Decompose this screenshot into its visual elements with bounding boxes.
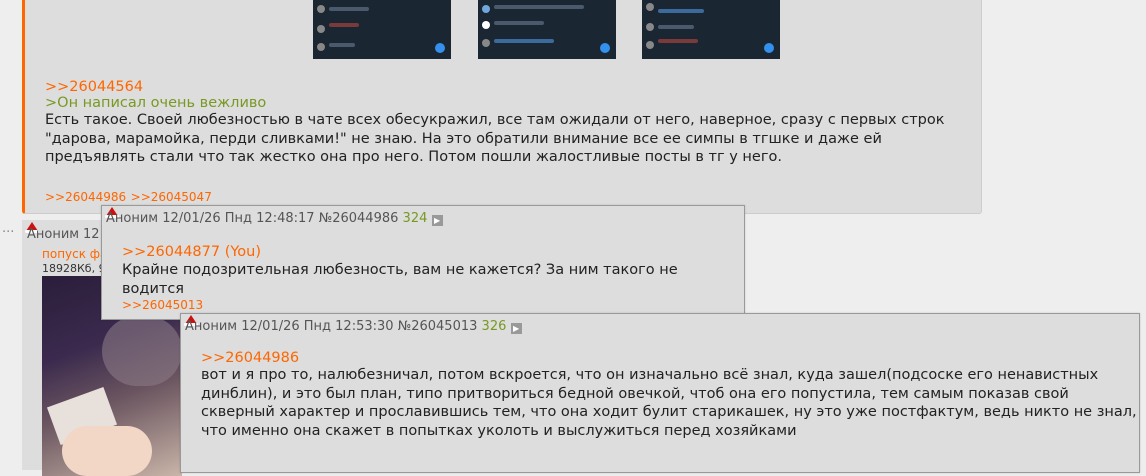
greentext-quote: >Он написал очень вежливо xyxy=(45,95,267,111)
replies-list: >>26044986 >>26045047 xyxy=(45,189,212,205)
reply-reference-link[interactable]: >>26044986 xyxy=(201,350,299,366)
post-preview-popup: Аноним 12/01/26 Пнд 12:53:30 №26045013 3… xyxy=(180,313,1140,473)
post-date: 12/01/26 Пнд 12:53:30 xyxy=(241,319,394,334)
reply-reference-link[interactable]: >>26044877 (You) xyxy=(122,244,261,260)
post-author: Аноним xyxy=(185,319,238,334)
reply-link[interactable]: >>26045047 xyxy=(131,190,212,204)
post-date: 12 xyxy=(83,227,100,242)
file-info: 18928Кб, 9 xyxy=(42,262,106,275)
post-preview-popup: Аноним 12/01/26 Пнд 12:48:17 №26044986 3… xyxy=(101,205,745,320)
thumbnail-2[interactable] xyxy=(478,0,616,59)
post-date: 12/01/26 Пнд 12:48:17 xyxy=(162,211,315,226)
replies-list: >>26045013 xyxy=(122,297,203,313)
play-icon[interactable]: ▶ xyxy=(431,215,443,226)
post-header: Аноним 12/01/26 Пнд 12:53:30 №26045013 3… xyxy=(185,319,522,334)
post-body-line: вот и я про то, налюбезничал, потом вскр… xyxy=(201,367,1099,383)
post-index: 326 xyxy=(481,319,507,334)
post-ellipsis[interactable]: ... xyxy=(2,221,14,236)
post-author: Аноним xyxy=(106,211,159,226)
post-number[interactable]: №26044986 xyxy=(319,211,399,226)
post-index: 324 xyxy=(402,211,428,226)
play-icon[interactable]: ▶ xyxy=(510,323,522,334)
thumbnail-3[interactable] xyxy=(642,0,780,59)
post-body: Крайне подозрительная любезность, вам не… xyxy=(122,262,678,297)
post-header: Аноним 12/01/26 Пнд 12:48:17 №26044986 3… xyxy=(106,211,443,226)
post-body-line: Есть такое. Своей любезностью в чате все… xyxy=(45,112,945,128)
post-body: вот и я про то, налюбезничал, потом вскр… xyxy=(201,366,1137,440)
post-body-line: предъявлять стали что так жестко она про… xyxy=(45,149,782,165)
post-26044986-context: >>26044564 >Он написал очень вежливо Ест… xyxy=(22,0,982,214)
reply-link[interactable]: >>26044986 xyxy=(45,190,126,204)
post-body-line: скверный характер и прославившись тем, ч… xyxy=(201,404,1137,420)
post-body-line: что именно она скажет в попытках уколоть… xyxy=(201,422,797,439)
post-body-line: динблин), и это был план, типо притворит… xyxy=(201,385,1069,402)
post-body-line: "дарова, марамойка, перди сливками!" не … xyxy=(45,130,882,147)
post-author: Аноним xyxy=(27,227,80,242)
post-number[interactable]: №26045013 xyxy=(398,319,478,334)
reply-reference-link[interactable]: >>26044564 xyxy=(45,79,143,95)
file-name-link[interactable]: попуск фа xyxy=(42,247,107,261)
reply-link[interactable]: >>26045013 xyxy=(122,298,203,312)
thumbnail-1[interactable] xyxy=(313,0,451,59)
post-body: Есть такое. Своей любезностью в чате все… xyxy=(45,111,944,167)
